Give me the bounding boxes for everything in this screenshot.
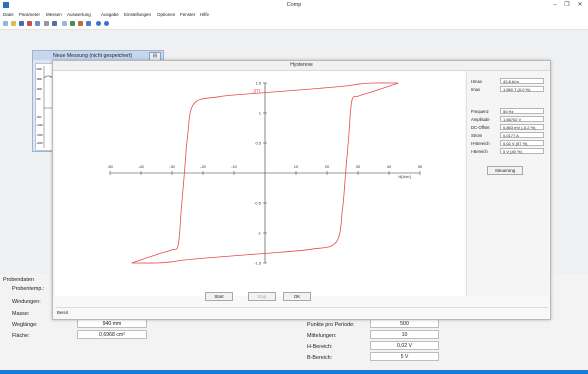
dialog-title: Hysterese bbox=[53, 61, 550, 71]
hysteresis-chart: -50 -40 -30 -20 -10 10 20 30 40 50 1.5 1 0.5 -0.5 -1 -1… bbox=[55, 71, 465, 296]
grid-icon[interactable] bbox=[62, 21, 67, 26]
table-icon[interactable] bbox=[70, 21, 75, 26]
menu-ausgabe[interactable]: Ausgabe bbox=[101, 12, 119, 17]
y-tick-label: 1.5 bbox=[255, 81, 261, 86]
menu-einstellungen[interactable]: Einstellungen bbox=[124, 12, 151, 17]
taskbar-strip bbox=[0, 370, 588, 374]
stop-button[interactable]: Stop bbox=[248, 292, 276, 301]
param-value-frequency: 50 Hz bbox=[500, 108, 544, 114]
menu-bar: Datei Parameter Messen Auswertung Ausgab… bbox=[0, 11, 588, 19]
x-tick-label: 20 bbox=[325, 164, 330, 169]
x-tick-label: -10 bbox=[231, 164, 238, 169]
x-tick-label: 50 bbox=[418, 164, 423, 169]
control-button[interactable]: Steuerung bbox=[487, 166, 523, 175]
x-tick-label: -50 bbox=[107, 164, 114, 169]
x-tick-label: 40 bbox=[387, 164, 392, 169]
section-title: Probendaten bbox=[3, 277, 34, 283]
window-title: Comp bbox=[286, 2, 302, 8]
menu-messen[interactable]: Messen bbox=[46, 12, 62, 17]
area-field[interactable]: 0,6968 cm² bbox=[77, 330, 147, 339]
form-label: H-Bereich: bbox=[307, 344, 333, 350]
h-range-field[interactable]: 0,02 V bbox=[370, 341, 439, 350]
param-label-frequency: Frequenz bbox=[471, 109, 489, 114]
axis-tick: 1500 bbox=[37, 78, 43, 81]
axis-tick: 2000 bbox=[37, 68, 43, 71]
param-value-current: 0,0177 A bbox=[500, 132, 544, 138]
info-icon[interactable] bbox=[44, 21, 49, 26]
axis-tick: -2000 bbox=[37, 142, 44, 145]
measurement-window-title: Neue Messung (nicht gespeichert) bbox=[53, 53, 133, 59]
open-icon[interactable] bbox=[11, 21, 16, 26]
param-label-hmax: Hmax bbox=[471, 79, 482, 84]
menu-fenster[interactable]: Fenster bbox=[180, 12, 195, 17]
param-label-amplitude: Amplitude bbox=[471, 117, 490, 122]
axis-tick: -1000 bbox=[37, 124, 44, 127]
x-tick-label: -40 bbox=[138, 164, 145, 169]
save-icon[interactable] bbox=[19, 21, 24, 26]
toolbar bbox=[0, 19, 588, 30]
form-label: Masse: bbox=[12, 311, 30, 317]
minimize-button[interactable]: – bbox=[550, 1, 560, 9]
help-icon[interactable] bbox=[104, 21, 109, 26]
menu-parameter[interactable]: Parameter bbox=[19, 12, 40, 17]
axis-tick: -1500 bbox=[37, 134, 44, 137]
param-value-amplitude: 1,56702 V bbox=[500, 116, 544, 122]
b-range-field[interactable]: 5 V bbox=[370, 352, 439, 361]
param-label-i-range: I-Bereich bbox=[471, 149, 488, 154]
form-label: Mittelungen: bbox=[307, 333, 337, 339]
form-label: Fläche: bbox=[12, 333, 30, 339]
export-icon[interactable] bbox=[86, 21, 91, 26]
menu-datei[interactable]: Datei bbox=[3, 12, 14, 17]
menu-hilfe[interactable]: Hilfe bbox=[200, 12, 209, 17]
y-tick-label: 1 bbox=[259, 111, 262, 116]
ok-button[interactable]: OK bbox=[283, 292, 311, 301]
undo-icon[interactable] bbox=[52, 21, 57, 26]
x-axis-label: H[A/m] bbox=[398, 174, 410, 179]
axis-tick: -500 bbox=[37, 116, 42, 119]
y-tick-label: -0.5 bbox=[254, 201, 262, 206]
path-length-field[interactable]: 940 mm bbox=[77, 319, 147, 328]
x-tick-label: -30 bbox=[169, 164, 176, 169]
chart-icon[interactable] bbox=[78, 21, 83, 26]
axis-tick: 500 bbox=[37, 98, 42, 101]
edit-icon[interactable] bbox=[35, 21, 40, 26]
parameter-panel: Hmax 42,8 A/m Imax 1,560 T (0,0 %) Frequ… bbox=[466, 71, 549, 296]
form-label: B-Bereich: bbox=[307, 355, 333, 361]
y-tick-label: -1.5 bbox=[254, 261, 262, 266]
x-tick-label: -20 bbox=[200, 164, 207, 169]
form-label: Windungen: bbox=[12, 299, 41, 305]
play-icon[interactable] bbox=[96, 21, 101, 26]
start-button[interactable]: Start bbox=[205, 292, 233, 301]
y-tick-label: -1 bbox=[257, 231, 261, 236]
new-icon[interactable] bbox=[3, 21, 8, 26]
hysteresis-dialog[interactable]: Hysterese -50 -40 -30 -20 -10 10 20 30 40 50 1.5 1 0… bbox=[52, 60, 551, 320]
close-button[interactable]: ✕ bbox=[575, 1, 585, 9]
axis-tick: 1000 bbox=[37, 88, 43, 91]
points-per-period-field[interactable]: 500 bbox=[370, 319, 439, 328]
param-label-current: Strom bbox=[471, 133, 483, 138]
param-value-dc-offset: 0,863 mV (-0,2 %) bbox=[500, 124, 544, 130]
param-label-dc-offset: DC-Offset bbox=[471, 125, 490, 130]
param-value-h-range: 0,02 V (57 %) bbox=[500, 140, 544, 146]
menu-auswertung[interactable]: Auswertung bbox=[67, 12, 91, 17]
param-label-imax: Imax bbox=[471, 87, 481, 92]
y-tick-label: 0.5 bbox=[255, 141, 261, 146]
status-text: Bereit bbox=[57, 310, 68, 315]
param-value-imax: 1,560 T (0,0 %) bbox=[500, 86, 544, 92]
form-label: Weglänge: bbox=[12, 322, 38, 328]
title-bar: Comp – ❐ ✕ bbox=[0, 0, 588, 11]
averaging-field[interactable]: 10 bbox=[370, 330, 439, 339]
form-label: Probentemp.: bbox=[12, 286, 45, 292]
dialog-status-bar: Bereit bbox=[55, 307, 548, 317]
x-tick-label: 30 bbox=[356, 164, 361, 169]
x-tick-label: 10 bbox=[294, 164, 299, 169]
maximize-button[interactable]: ❐ bbox=[562, 1, 572, 9]
param-label-h-range: H-Bereich bbox=[471, 141, 490, 146]
form-label: Punkte pro Periode: bbox=[307, 322, 355, 328]
param-value-hmax: 42,8 A/m bbox=[500, 78, 544, 84]
hysteresis-chart-svg: -50 -40 -30 -20 -10 10 20 30 40 50 1.5 1 0.5 -0.5 -1 -1… bbox=[107, 81, 423, 266]
param-value-i-range: 5 V (40 %) bbox=[500, 148, 544, 154]
menu-optionen[interactable]: Optionen bbox=[157, 12, 175, 17]
settings-icon[interactable] bbox=[27, 21, 32, 26]
